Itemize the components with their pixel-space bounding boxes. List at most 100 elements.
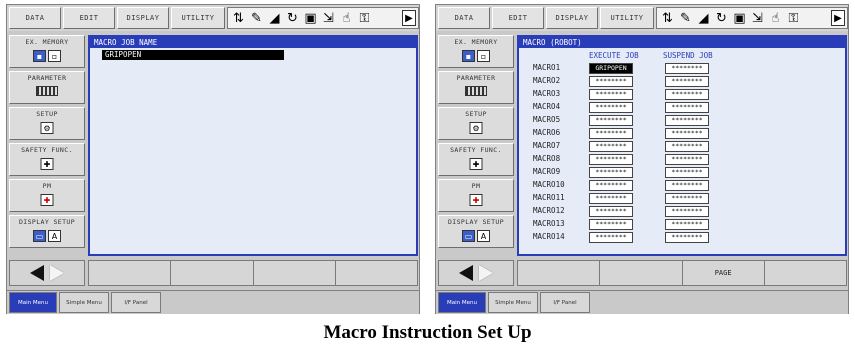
softkey-1[interactable] bbox=[518, 261, 601, 285]
execute-job-cell[interactable]: ******** bbox=[589, 180, 633, 191]
execute-job-cell[interactable]: ******** bbox=[589, 102, 633, 113]
execute-job-cell[interactable]: ******** bbox=[589, 76, 633, 87]
tab-if-panel[interactable]: I/F Panel bbox=[111, 292, 161, 313]
page-right-icon[interactable]: ▶ bbox=[402, 10, 416, 26]
tab-main-menu[interactable]: Main Menu bbox=[438, 292, 486, 313]
safety-func-label: SAFETY FUNC. bbox=[21, 146, 73, 154]
softkey-3[interactable] bbox=[253, 261, 336, 285]
parameter-button[interactable]: PARAMETER bbox=[438, 71, 514, 104]
axis-icon: ⇅ bbox=[662, 10, 673, 26]
execute-job-cell[interactable]: ******** bbox=[589, 193, 633, 204]
macro-row: MACRO14 ******** ******** bbox=[519, 231, 845, 244]
tab-if-panel[interactable]: I/F Panel bbox=[540, 292, 590, 313]
monitor-icon: ▭ bbox=[33, 230, 46, 242]
setup-button[interactable]: SETUP ⚙ bbox=[438, 107, 514, 140]
execute-job-cell[interactable]: ******** bbox=[589, 128, 633, 139]
suspend-job-header: SUSPEND JOB bbox=[663, 51, 713, 60]
execute-job-cell[interactable]: ******** bbox=[589, 167, 633, 178]
display-setup-button[interactable]: DISPLAY SETUP ▭ A bbox=[438, 215, 514, 248]
macro-job-name-field[interactable]: GRIPOPEN bbox=[102, 50, 284, 60]
suspend-job-cell[interactable]: ******** bbox=[665, 206, 709, 217]
softkey-2[interactable] bbox=[171, 261, 254, 285]
card-icon: ▫ bbox=[477, 50, 490, 62]
page-right-icon[interactable]: ▶ bbox=[831, 10, 845, 26]
suspend-job-cell[interactable]: ******** bbox=[665, 180, 709, 191]
safety-func-button[interactable]: SAFETY FUNC. ✚ bbox=[438, 143, 514, 176]
suspend-job-cell[interactable]: ******** bbox=[665, 167, 709, 178]
ex-memory-button[interactable]: EX. MEMORY ▪ ▫ bbox=[9, 35, 85, 68]
execute-job-cell[interactable]: ******** bbox=[589, 219, 633, 230]
suspend-job-cell[interactable]: ******** bbox=[665, 102, 709, 113]
execute-job-cell[interactable]: ******** bbox=[589, 232, 633, 243]
arrow-right-icon[interactable] bbox=[479, 265, 493, 281]
page-title: MACRO (ROBOT) bbox=[519, 37, 845, 48]
suspend-job-cell[interactable]: ******** bbox=[665, 232, 709, 243]
font-icon: A bbox=[48, 230, 61, 242]
suspend-job-cell[interactable]: ******** bbox=[665, 89, 709, 100]
suspend-job-cell[interactable]: ******** bbox=[665, 141, 709, 152]
menu-edit-button[interactable]: EDIT bbox=[492, 7, 544, 29]
menu-edit-button[interactable]: EDIT bbox=[63, 7, 115, 29]
macro-row: MACRO13 ******** ******** bbox=[519, 218, 845, 231]
status-icon-bar: ⇅ ✎ ◢ ↻ ▣ ⇲ ☝ ⚿ ▶ bbox=[227, 7, 419, 29]
setup-label: SETUP bbox=[465, 110, 487, 118]
macro-label: MACRO2 bbox=[533, 76, 561, 85]
menu-data-button[interactable]: DATA bbox=[9, 7, 61, 29]
menu-display-button[interactable]: DISPLAY bbox=[117, 7, 169, 29]
tab-main-menu[interactable]: Main Menu bbox=[9, 292, 57, 313]
key-icon: ⚿ bbox=[788, 10, 799, 26]
execute-job-cell[interactable]: ******** bbox=[589, 206, 633, 217]
suspend-job-cell[interactable]: ******** bbox=[665, 128, 709, 139]
display-setup-label: DISPLAY SETUP bbox=[18, 218, 76, 226]
edit-mode-icon: ✎ bbox=[251, 10, 262, 26]
menu-data-button[interactable]: DATA bbox=[438, 7, 490, 29]
macro-label: MACRO10 bbox=[533, 180, 565, 189]
arrow-right-icon[interactable] bbox=[50, 265, 64, 281]
hand-icon: ☝ bbox=[771, 10, 780, 26]
softkey-2[interactable] bbox=[600, 261, 683, 285]
io-icon: ▣ bbox=[733, 10, 746, 26]
suspend-job-cell[interactable]: ******** bbox=[665, 76, 709, 87]
tab-simple-menu[interactable]: Simple Menu bbox=[59, 292, 109, 313]
pm-button[interactable]: PM ✚ bbox=[438, 179, 514, 212]
page-button[interactable]: PAGE bbox=[682, 261, 765, 285]
softkey-4[interactable] bbox=[335, 261, 417, 285]
execute-job-cell[interactable]: ******** bbox=[589, 154, 633, 165]
macro-row: MACRO1 GRIPOPEN ******** bbox=[519, 62, 845, 75]
softkey-1[interactable] bbox=[89, 261, 172, 285]
suspend-job-cell[interactable]: ******** bbox=[665, 63, 709, 74]
softkey-bar bbox=[88, 260, 418, 286]
execute-job-cell[interactable]: GRIPOPEN bbox=[589, 63, 633, 74]
top-menu-bar: DATA EDIT DISPLAY UTILITY ⇅ ✎ ◢ ↻ ▣ ⇲ ☝ … bbox=[7, 5, 419, 31]
macro-row: MACRO4 ******** ******** bbox=[519, 101, 845, 114]
suspend-job-cell[interactable]: ******** bbox=[665, 219, 709, 230]
macro-row: MACRO6 ******** ******** bbox=[519, 127, 845, 140]
suspend-job-cell[interactable]: ******** bbox=[665, 154, 709, 165]
softkey-4[interactable] bbox=[764, 261, 846, 285]
macro-label: MACRO4 bbox=[533, 102, 561, 111]
menu-display-button[interactable]: DISPLAY bbox=[546, 7, 598, 29]
suspend-job-cell[interactable]: ******** bbox=[665, 193, 709, 204]
safety-func-button[interactable]: SAFETY FUNC. ✚ bbox=[9, 143, 85, 176]
pm-button[interactable]: PM ✚ bbox=[9, 179, 85, 212]
ex-memory-button[interactable]: EX. MEMORY ▪ ▫ bbox=[438, 35, 514, 68]
teach-icon: ⇲ bbox=[752, 10, 763, 26]
display-setup-button[interactable]: DISPLAY SETUP ▭ A bbox=[9, 215, 85, 248]
suspend-job-cell[interactable]: ******** bbox=[665, 115, 709, 126]
execute-job-cell[interactable]: ******** bbox=[589, 89, 633, 100]
menu-utility-button[interactable]: UTILITY bbox=[600, 7, 654, 29]
arrow-left-icon[interactable] bbox=[459, 265, 473, 281]
parameter-button[interactable]: PARAMETER bbox=[9, 71, 85, 104]
arrow-left-icon[interactable] bbox=[30, 265, 44, 281]
tab-simple-menu[interactable]: Simple Menu bbox=[488, 292, 538, 313]
setup-button[interactable]: SETUP ⚙ bbox=[9, 107, 85, 140]
macro-label: MACRO14 bbox=[533, 232, 565, 241]
execute-job-cell[interactable]: ******** bbox=[589, 115, 633, 126]
menu-utility-button[interactable]: UTILITY bbox=[171, 7, 225, 29]
macro-row: MACRO11 ******** ******** bbox=[519, 192, 845, 205]
macro-label: MACRO7 bbox=[533, 141, 561, 150]
signal-icon: ◢ bbox=[269, 10, 280, 26]
execute-job-cell[interactable]: ******** bbox=[589, 141, 633, 152]
softkey-bar: PAGE bbox=[517, 260, 847, 286]
floppy-icon: ▪ bbox=[33, 50, 46, 62]
